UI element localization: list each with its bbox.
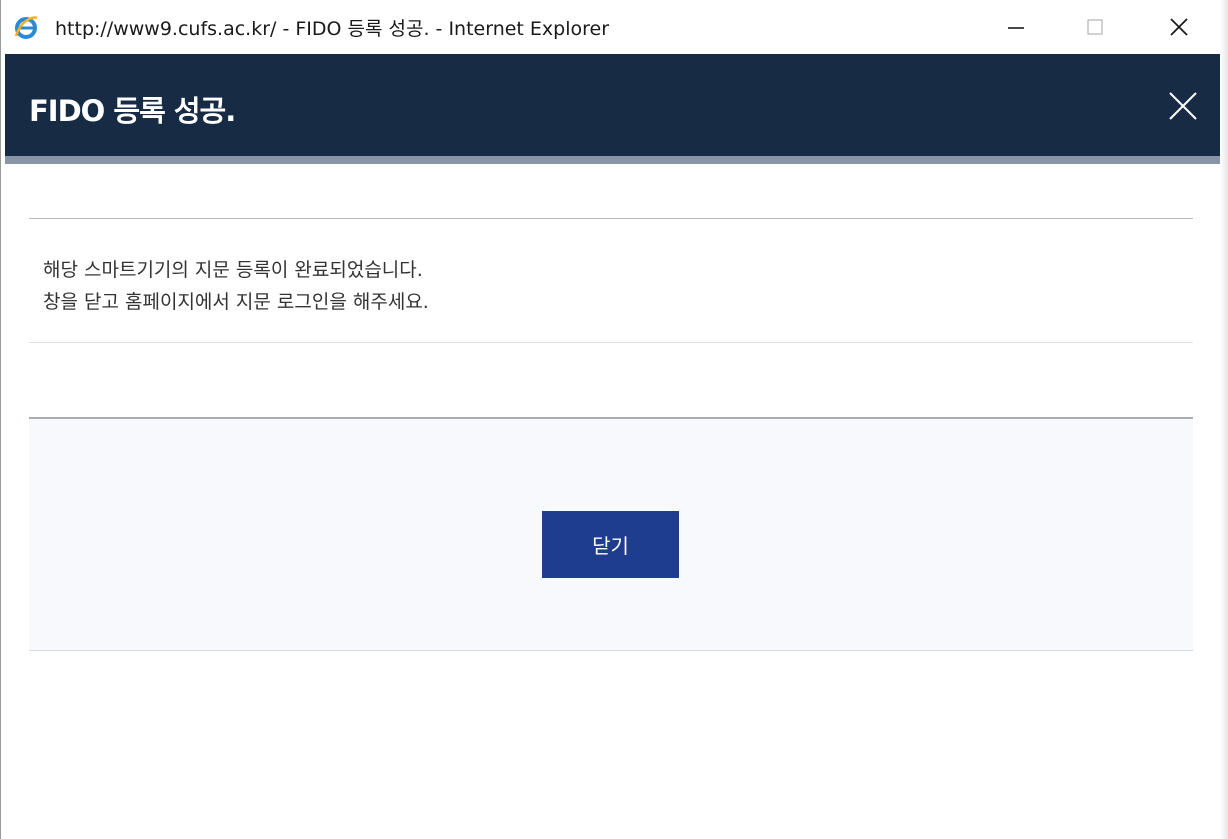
close-icon [1170,18,1188,36]
minimize-icon [1008,27,1024,29]
modal-close-icon[interactable] [1167,90,1199,122]
modal-header: FIDO 등록 성공. [5,54,1221,156]
close-button[interactable]: 닫기 [542,511,679,578]
internet-explorer-icon [14,16,38,39]
content-divider-bottom [29,342,1193,343]
content-divider-top [29,218,1193,219]
maximize-icon [1087,19,1103,35]
maximize-button[interactable] [1065,0,1125,54]
window-titlebar: http://www9.cufs.ac.kr/ - FIDO 등록 성공. - … [1,0,1228,54]
browser-window: http://www9.cufs.ac.kr/ - FIDO 등록 성공. - … [0,0,1228,839]
message-text: 해당 스마트기기의 지문 등록이 완료되었습니다. 창을 닫고 홈페이지에서 지… [43,254,429,318]
minimize-button[interactable] [986,0,1046,54]
window-close-button[interactable] [1149,0,1209,54]
button-panel: 닫기 [29,417,1193,651]
message-line: 창을 닫고 홈페이지에서 지문 로그인을 해주세요. [43,291,429,313]
modal-title: FIDO 등록 성공. [29,94,236,128]
message-line: 해당 스마트기기의 지문 등록이 완료되었습니다. [43,259,423,281]
header-divider [5,156,1221,164]
window-title: http://www9.cufs.ac.kr/ - FIDO 등록 성공. - … [55,18,610,40]
window-edge [1220,0,1228,839]
